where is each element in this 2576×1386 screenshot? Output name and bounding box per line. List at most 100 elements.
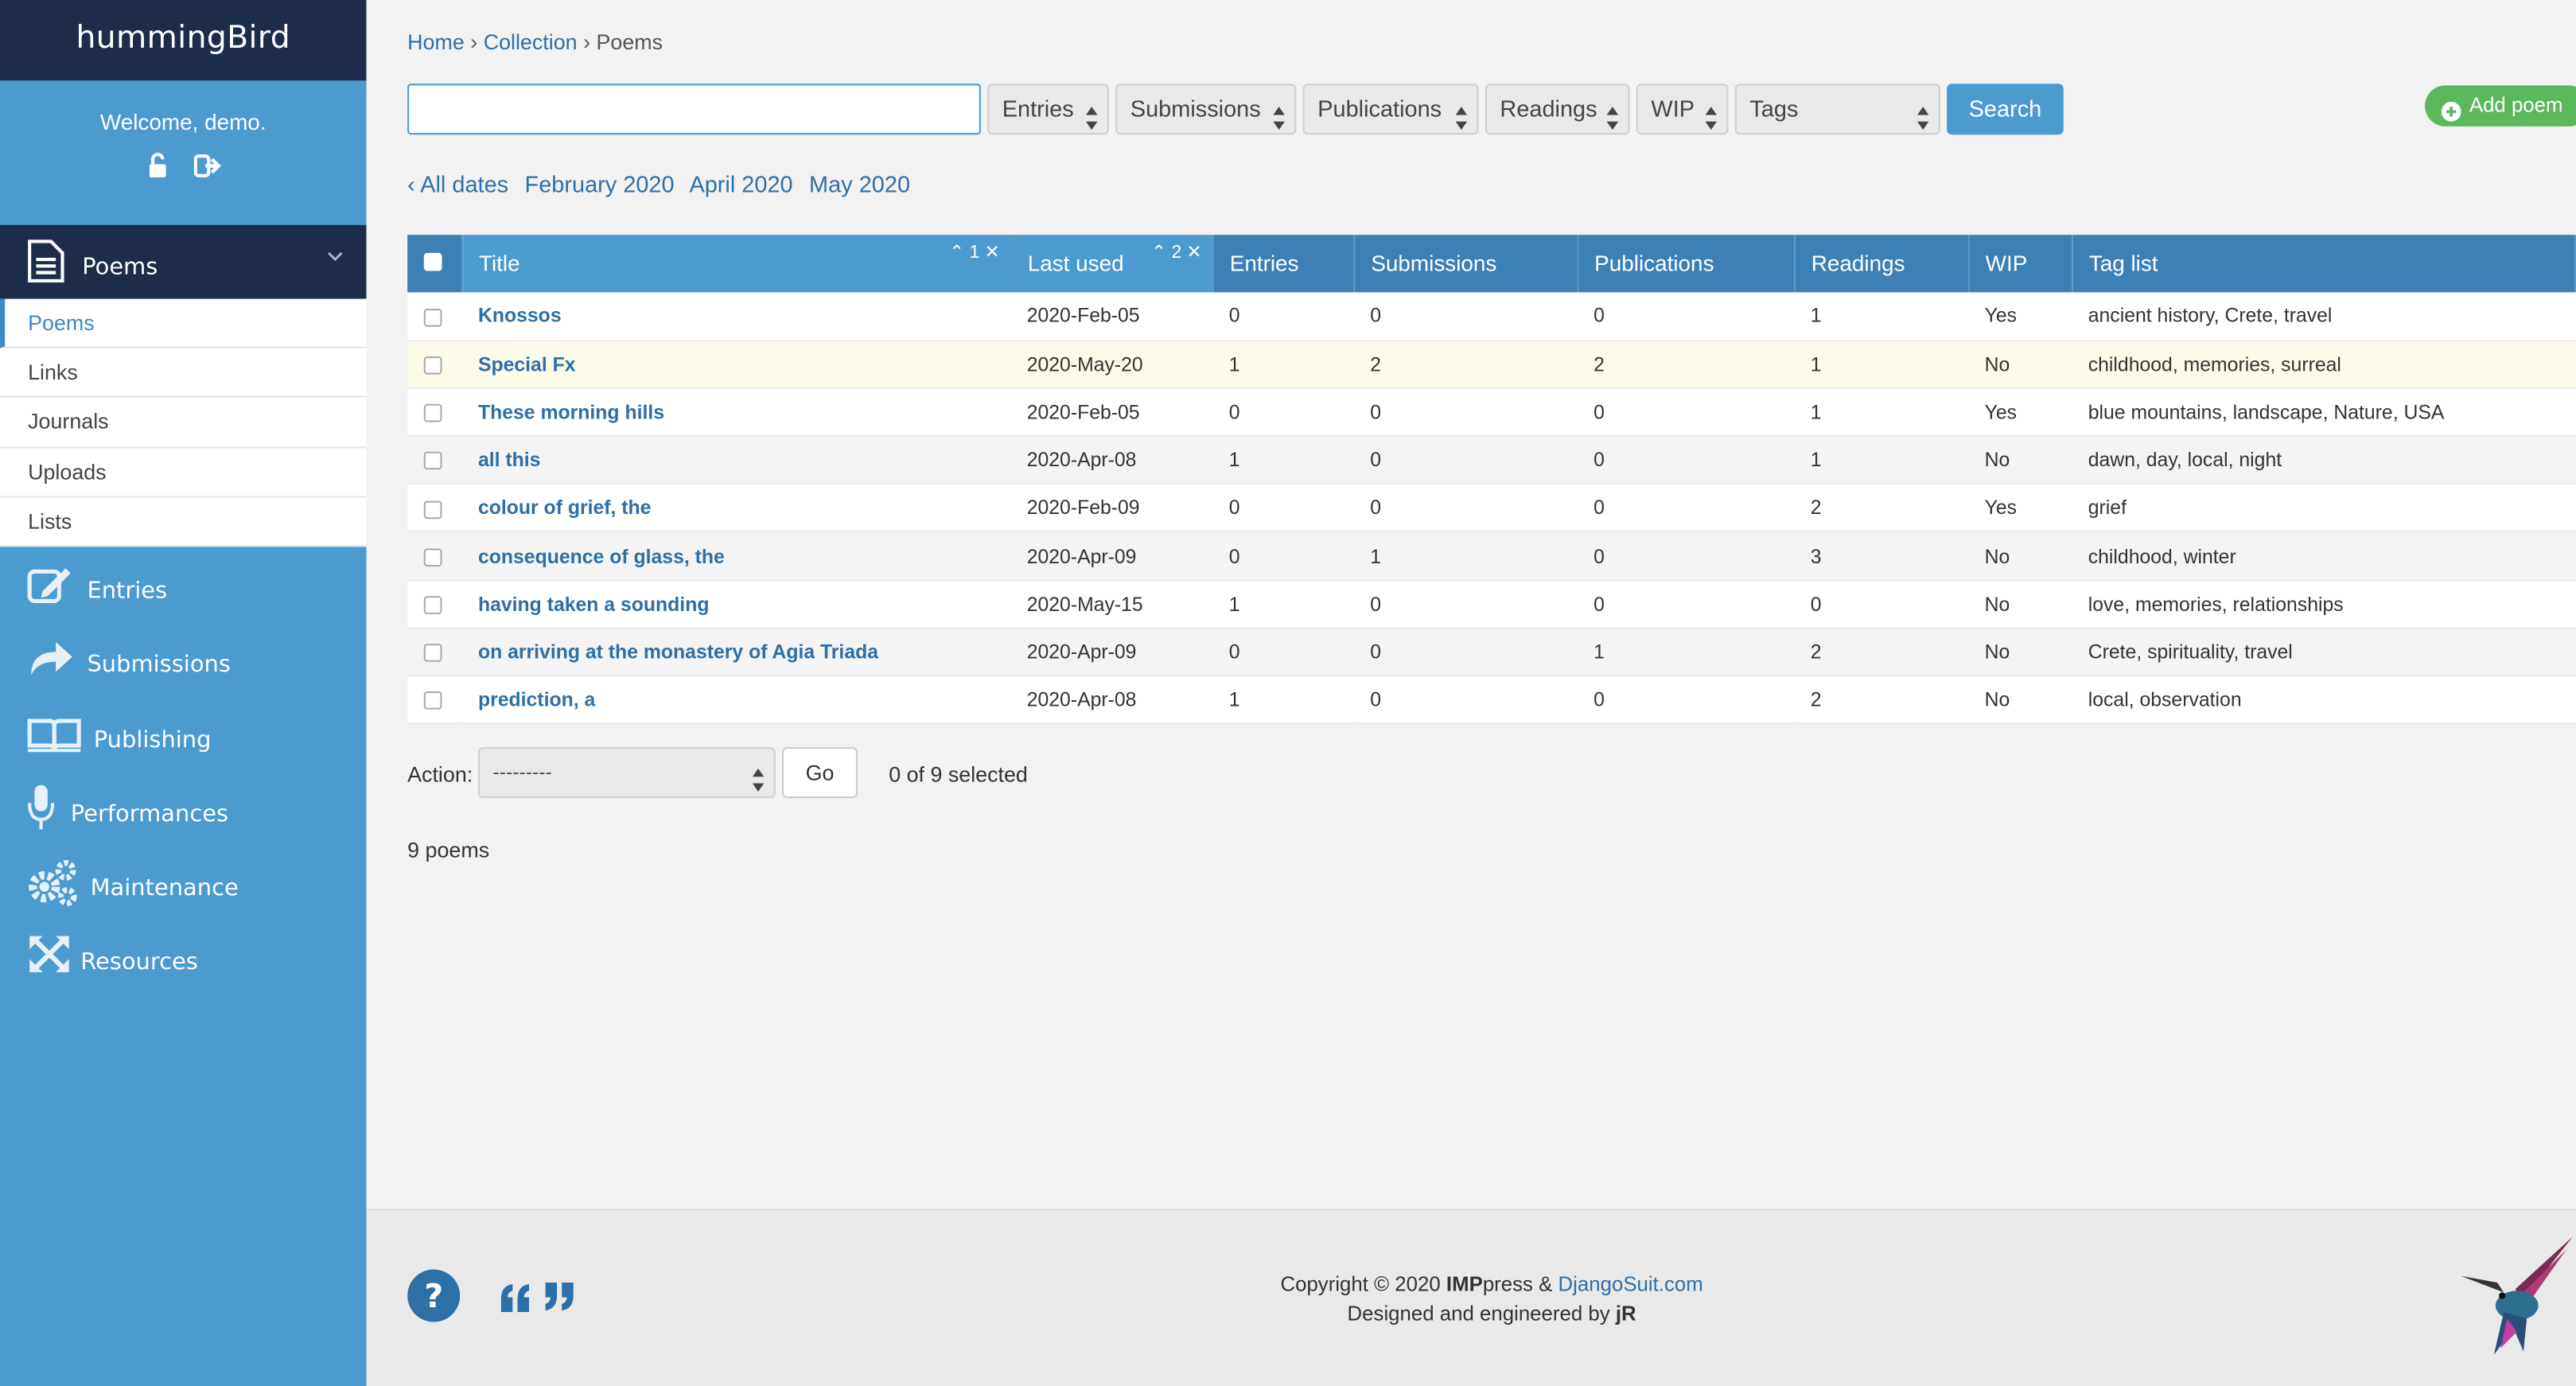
row-checkbox[interactable] bbox=[423, 356, 442, 375]
share-icon bbox=[26, 636, 76, 682]
sidebar-item-entries[interactable]: Entries bbox=[0, 552, 367, 626]
table-row[interactable]: Special Fx 2020-May-20 1 2 2 1 No childhood, me… bbox=[407, 340, 2576, 389]
djangosuit-link[interactable]: DjangoSuit.com bbox=[1558, 1273, 1703, 1296]
table-row[interactable]: Knossos 2020-Feb-05 0 0 0 1 Yes ancient history… bbox=[407, 292, 2576, 341]
sidebar-item-uploads[interactable]: Uploads bbox=[0, 448, 367, 497]
sort-controls[interactable]: ⌃ 1 ✕ bbox=[949, 241, 999, 263]
select-all-header bbox=[407, 235, 463, 293]
row-checkbox[interactable] bbox=[423, 404, 442, 423]
poem-link[interactable]: on arriving at the monastery of Agia Tri… bbox=[478, 640, 878, 664]
cell-last-used: 2020-Apr-09 bbox=[1010, 531, 1213, 581]
poem-link[interactable]: These morning hills bbox=[478, 401, 664, 424]
table-header-row: Title ⌃ 1 ✕ Last used ⌃ 2 ✕ Entries Subm… bbox=[407, 235, 2576, 293]
filter-publications-select[interactable]: Publications bbox=[1302, 84, 1479, 135]
poem-link[interactable]: all this bbox=[478, 449, 541, 472]
row-checkbox[interactable] bbox=[423, 644, 442, 663]
cell-publications: 0 bbox=[1577, 531, 1795, 581]
cell-title-link[interactable]: consequence of glass, the bbox=[461, 531, 1011, 581]
logout-icon[interactable] bbox=[193, 151, 223, 181]
filter-tags-select[interactable]: Tags bbox=[1734, 84, 1940, 135]
date-feb-2020[interactable]: February 2020 bbox=[525, 171, 675, 197]
sidebar-item-publishing[interactable]: Publishing bbox=[0, 700, 367, 774]
poem-link[interactable]: consequence of glass, the bbox=[478, 544, 725, 567]
brand-title[interactable]: hummingBird bbox=[0, 0, 367, 81]
cell-entries: 1 bbox=[1212, 579, 1354, 629]
poem-link[interactable]: prediction, a bbox=[478, 688, 595, 711]
poem-link[interactable]: having taken a sounding bbox=[478, 593, 710, 616]
add-poem-button[interactable]: Add poem bbox=[2425, 85, 2576, 127]
sidebar-item-maintenance[interactable]: Maintenance bbox=[0, 849, 367, 923]
cell-last-used: 2020-May-15 bbox=[1010, 579, 1213, 629]
cell-title-link[interactable]: Knossos bbox=[461, 292, 1011, 341]
row-checkbox[interactable] bbox=[423, 596, 442, 615]
select-arrows-icon bbox=[1705, 99, 1718, 130]
search-button[interactable]: Search bbox=[1947, 84, 2064, 135]
cell-wip: No bbox=[1967, 531, 2072, 581]
table-row[interactable]: on arriving at the monastery of Agia Tri… bbox=[407, 628, 2576, 677]
cell-publications: 0 bbox=[1577, 292, 1795, 341]
cell-title-link[interactable]: These morning hills bbox=[461, 387, 1011, 438]
sidebar-section-poems[interactable]: Poems bbox=[0, 224, 367, 299]
filter-entries-select[interactable]: Entries bbox=[987, 84, 1109, 135]
table-row[interactable]: consequence of glass, the 2020-Apr-09 0 1 0 3… bbox=[407, 531, 2576, 581]
sidebar-item-lists[interactable]: Lists bbox=[0, 497, 367, 547]
row-select-cell bbox=[407, 292, 462, 341]
row-checkbox[interactable] bbox=[423, 691, 442, 711]
chevron-down-icon[interactable] bbox=[327, 243, 344, 262]
select-arrows-icon bbox=[1455, 99, 1468, 130]
column-submissions[interactable]: Submissions bbox=[1353, 235, 1578, 293]
action-select[interactable]: --------- bbox=[477, 747, 776, 799]
plus-circle-icon bbox=[2441, 95, 2461, 122]
select-arrows-icon bbox=[752, 762, 765, 792]
cell-readings: 1 bbox=[1794, 436, 1968, 485]
row-checkbox[interactable] bbox=[423, 500, 442, 519]
table-row[interactable]: all this 2020-Apr-08 1 0 0 1 No dawn, day, loca… bbox=[407, 436, 2576, 485]
poem-link[interactable]: colour of grief, the bbox=[478, 496, 652, 520]
cell-publications: 0 bbox=[1577, 484, 1795, 533]
date-apr-2020[interactable]: April 2020 bbox=[689, 171, 792, 197]
gears-icon bbox=[26, 859, 77, 907]
sidebar-item-journals[interactable]: Journals bbox=[0, 398, 367, 448]
column-tag-list[interactable]: Tag list bbox=[2072, 235, 2576, 293]
sort-controls[interactable]: ⌃ 2 ✕ bbox=[1151, 241, 1201, 263]
table-row[interactable]: These morning hills 2020-Feb-05 0 0 0 1 Yes blu… bbox=[407, 387, 2576, 438]
table-row[interactable]: prediction, a 2020-Apr-08 1 0 0 2 No local, obs… bbox=[407, 675, 2576, 725]
row-checkbox[interactable] bbox=[423, 452, 442, 471]
cell-title-link[interactable]: prediction, a bbox=[461, 675, 1011, 725]
filter-wip-select[interactable]: WIP bbox=[1636, 84, 1729, 135]
table-row[interactable]: colour of grief, the 2020-Feb-09 0 0 0 2 Yes gr… bbox=[407, 484, 2576, 533]
filter-submissions-select[interactable]: Submissions bbox=[1115, 84, 1297, 135]
select-all-checkbox[interactable] bbox=[423, 252, 442, 271]
cell-title-link[interactable]: colour of grief, the bbox=[461, 484, 1011, 533]
breadcrumb-collection[interactable]: Collection bbox=[484, 29, 578, 54]
date-may-2020[interactable]: May 2020 bbox=[809, 171, 910, 197]
row-checkbox[interactable] bbox=[423, 308, 442, 327]
breadcrumb-home[interactable]: Home bbox=[407, 29, 465, 54]
sidebar-item-performances[interactable]: Performances bbox=[0, 775, 367, 849]
sidebar-item-links[interactable]: Links bbox=[0, 348, 367, 399]
cell-entries: 1 bbox=[1212, 340, 1354, 389]
column-entries[interactable]: Entries bbox=[1212, 235, 1355, 293]
sidebar-item-poems[interactable]: Poems bbox=[0, 298, 367, 348]
column-publications[interactable]: Publications bbox=[1577, 235, 1796, 293]
table-row[interactable]: having taken a sounding 2020-May-15 1 0 0 0 No… bbox=[407, 579, 2576, 629]
sidebar-item-label: Publishing bbox=[93, 726, 212, 753]
cell-title-link[interactable]: having taken a sounding bbox=[461, 579, 1011, 629]
cell-title-link[interactable]: all this bbox=[461, 436, 1011, 485]
sidebar-item-resources[interactable]: Resources bbox=[0, 924, 367, 998]
column-title[interactable]: Title ⌃ 1 ✕ bbox=[461, 235, 1012, 293]
sidebar-item-submissions[interactable]: Submissions bbox=[0, 626, 367, 700]
column-last-used[interactable]: Last used ⌃ 2 ✕ bbox=[1010, 235, 1214, 293]
search-input[interactable] bbox=[407, 84, 981, 135]
filter-readings-select[interactable]: Readings bbox=[1485, 84, 1630, 135]
cell-title-link[interactable]: on arriving at the monastery of Agia Tri… bbox=[461, 628, 1011, 677]
poem-link[interactable]: Knossos bbox=[478, 305, 562, 328]
row-checkbox[interactable] bbox=[423, 548, 442, 566]
unlock-icon[interactable] bbox=[144, 151, 173, 181]
column-readings[interactable]: Readings bbox=[1794, 235, 1970, 293]
poem-link[interactable]: Special Fx bbox=[478, 352, 576, 376]
column-wip[interactable]: WIP bbox=[1967, 235, 2073, 293]
go-button[interactable]: Go bbox=[781, 747, 858, 799]
cell-title-link[interactable]: Special Fx bbox=[461, 340, 1011, 389]
date-all[interactable]: ‹ All dates bbox=[407, 171, 508, 197]
